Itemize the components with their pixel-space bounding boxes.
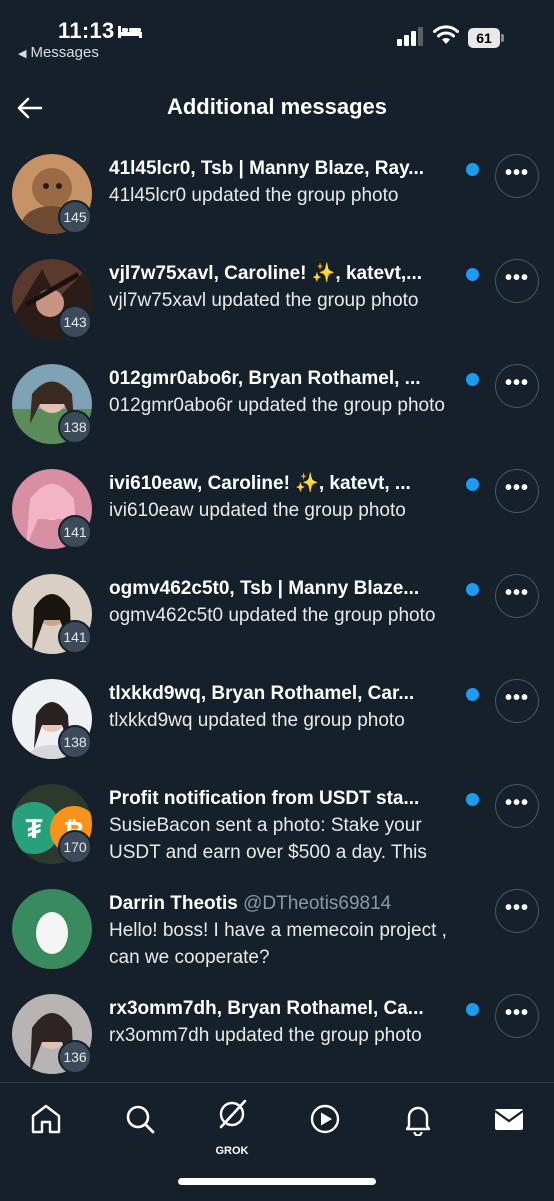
member-count-badge: 138 [58,410,92,444]
back-to-app-link[interactable]: ◀ Messages [18,44,99,61]
last-message: vjl7w75xavl updated the group photo [109,290,419,311]
home-indicator [178,1178,376,1185]
conversation-name: rx3omm7dh, Bryan Rothamel, Ca... [109,998,424,1019]
default-egg-avatar [12,889,92,969]
back-app-label: Messages [30,44,99,61]
ellipsis-icon: ••• [504,477,529,499]
ellipsis-icon: ••• [504,162,529,184]
unread-dot [466,373,479,386]
conversation-text: rx3omm7dh, Bryan Rothamel, Ca... rx3omm7… [109,996,459,1049]
conversation-name: vjl7w75xavl, Caroline! ✨, katevt,... [109,263,423,284]
last-message: 012gmr0abo6r updated the group photo [109,395,445,416]
more-options-button[interactable]: ••• [495,994,539,1038]
ellipsis-icon: ••• [504,1002,529,1024]
ellipsis-icon: ••• [504,897,529,919]
conversation-name: Profit notification from USDT sta... [109,788,420,809]
grok-label: GROK [215,1145,249,1157]
more-options-button[interactable]: ••• [495,784,539,828]
ellipsis-icon: ••• [504,267,529,289]
ellipsis-icon: ••• [504,372,529,394]
home-icon [31,1104,61,1134]
member-count-badge: 136 [58,1040,92,1074]
more-options-button[interactable]: ••• [495,469,539,513]
grok-icon [219,1099,247,1129]
last-message: ogmv462c5t0 updated the group photo [109,605,436,626]
more-options-button[interactable]: ••• [495,259,539,303]
conversation-name: Darrin Theotis @DTheotis69814 [109,891,459,917]
conversation-text: ogmv462c5t0, Tsb | Manny Blaze... ogmv46… [109,576,459,629]
battery-level: 61 [468,28,500,48]
tab-home[interactable] [24,1097,68,1141]
arrow-left-icon[interactable] [16,94,44,122]
ellipsis-icon: ••• [504,582,529,604]
wifi-icon [433,25,459,44]
page-title: Additional messages [166,94,388,119]
search-icon [126,1105,155,1134]
more-options-button[interactable]: ••• [495,154,539,198]
play-icon [310,1104,340,1134]
display-name: Darrin Theotis [109,893,238,914]
conversation-name: ogmv462c5t0, Tsb | Manny Blaze... [109,578,420,599]
last-message: tlxkkd9wq updated the group photo [109,710,405,731]
unread-dot [466,163,479,176]
conversation-name: ivi610eaw, Caroline! ✨, katevt, ... [109,473,411,494]
ellipsis-icon: ••• [504,687,529,709]
user-handle: @DTheotis69814 [243,893,392,914]
tab-notifications[interactable] [396,1097,440,1141]
clock: 11:13 [58,18,115,43]
conversation-name: 41l45lcr0, Tsb | Manny Blaze, Ray... [109,158,425,179]
unread-dot [466,478,479,491]
last-message: ivi610eaw updated the group photo [109,500,406,521]
member-count-badge: 141 [58,515,92,549]
more-options-button[interactable]: ••• [495,574,539,618]
member-count-badge: 141 [58,620,92,654]
conversation-text: Profit notification from USDT sta... Sus… [109,786,459,866]
member-count-badge: 143 [58,305,92,339]
ellipsis-icon: ••• [504,792,529,814]
tab-messages[interactable] [487,1097,531,1141]
mail-icon [494,1109,524,1130]
last-message: rx3omm7dh updated the group photo [109,1025,422,1046]
last-message: SusieBacon sent a photo: Stake your USDT… [109,815,427,863]
svg-text:₮: ₮ [25,813,42,844]
tab-grok[interactable]: GROK [210,1097,254,1157]
last-message: Hello! boss! I have a memecoin project ,… [109,920,447,968]
member-count-badge: 138 [58,725,92,759]
unread-dot [466,583,479,596]
battery-icon: 61 [468,28,504,48]
conversation-text: vjl7w75xavl, Caroline! ✨, katevt,... vjl… [109,261,459,314]
member-count-badge: 170 [58,830,92,864]
bell-icon [405,1106,431,1136]
conversation-name: tlxkkd9wq, Bryan Rothamel, Car... [109,683,415,704]
more-options-button[interactable]: ••• [495,889,539,933]
cellular-signal-icon [397,27,423,46]
conversation-name: 012gmr0abo6r, Bryan Rothamel, ... [109,368,421,389]
conversation-text: tlxkkd9wq, Bryan Rothamel, Car... tlxkkd… [109,681,459,734]
page-header: Additional messages [0,82,554,134]
unread-dot [466,793,479,806]
tab-search[interactable] [118,1097,162,1141]
conversation-text: ivi610eaw, Caroline! ✨, katevt, ... ivi6… [109,471,459,524]
back-triangle-icon: ◀ [18,48,27,60]
conversation-text: Darrin Theotis @DTheotis69814 Hello! bos… [109,891,459,971]
member-count-badge: 145 [58,200,92,234]
tab-video[interactable] [303,1097,347,1141]
last-message: 41l45lcr0 updated the group photo [109,185,399,206]
more-options-button[interactable]: ••• [495,679,539,723]
more-options-button[interactable]: ••• [495,364,539,408]
unread-dot [466,268,479,281]
sleep-focus-icon [118,26,142,38]
status-bar: 11:13 ◀ Messages 61 [0,0,554,70]
conversation-text: 41l45lcr0, Tsb | Manny Blaze, Ray... 41l… [109,156,459,209]
unread-dot [466,1003,479,1016]
conversation-text: 012gmr0abo6r, Bryan Rothamel, ... 012gmr… [109,366,459,419]
unread-dot [466,688,479,701]
